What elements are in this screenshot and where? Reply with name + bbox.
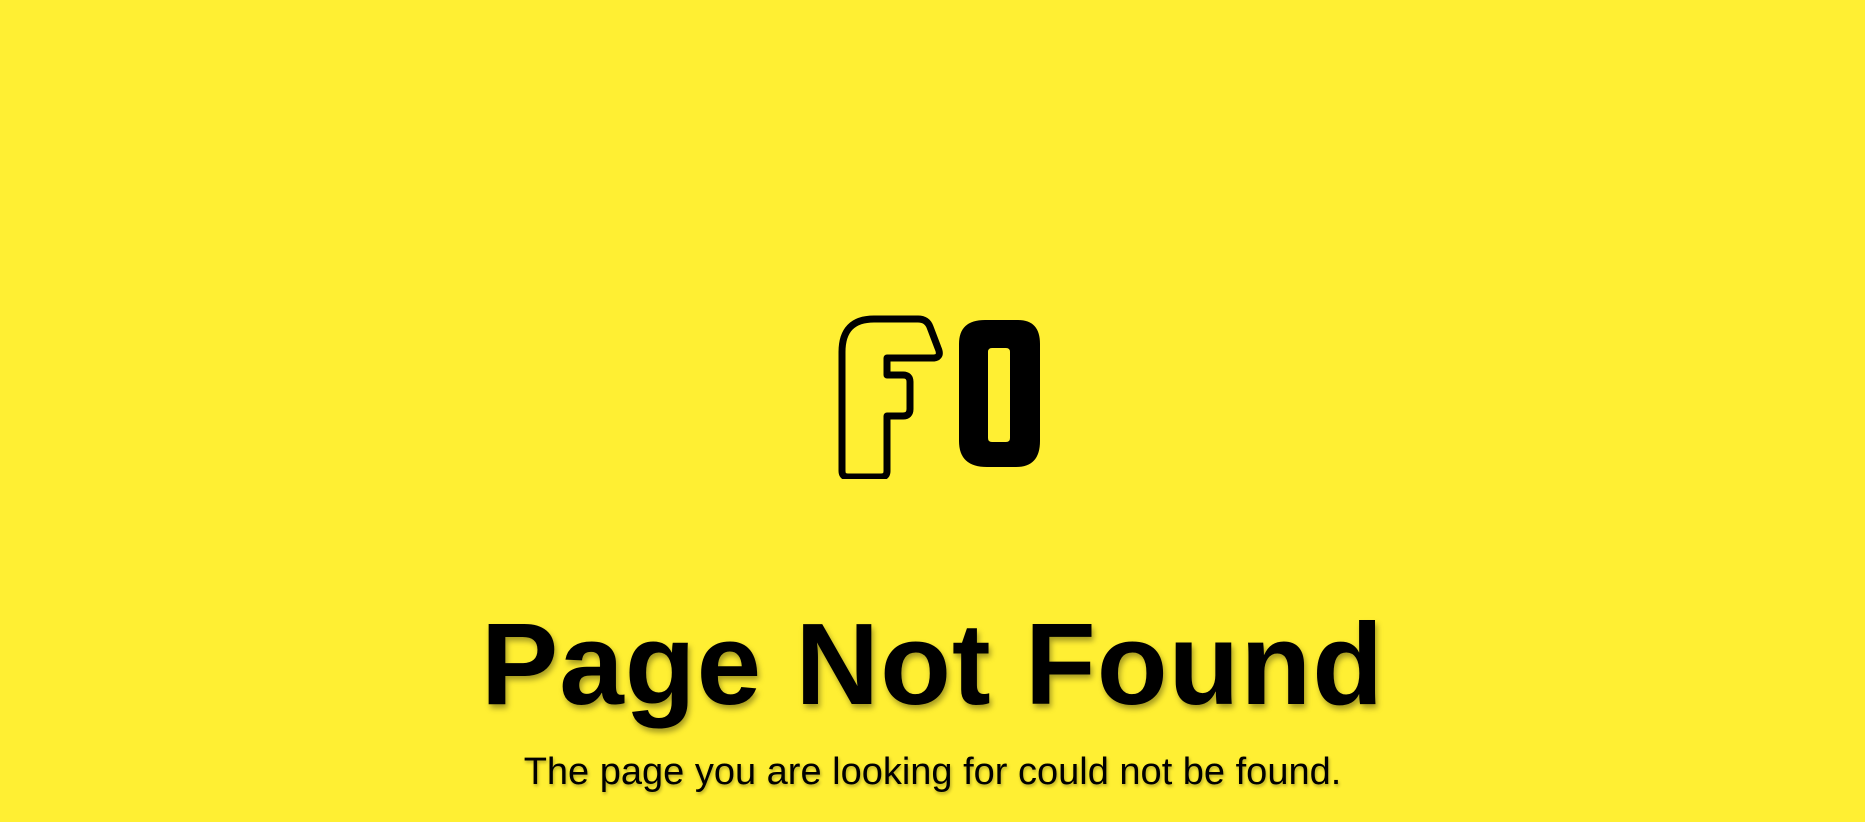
error-message: The page you are looking for could not b… bbox=[523, 751, 1342, 793]
page-title: Page Not Found bbox=[480, 599, 1385, 729]
letter-f-outline bbox=[838, 315, 943, 479]
letter-o-solid bbox=[959, 320, 1040, 467]
fo-logo-icon bbox=[838, 312, 1043, 479]
